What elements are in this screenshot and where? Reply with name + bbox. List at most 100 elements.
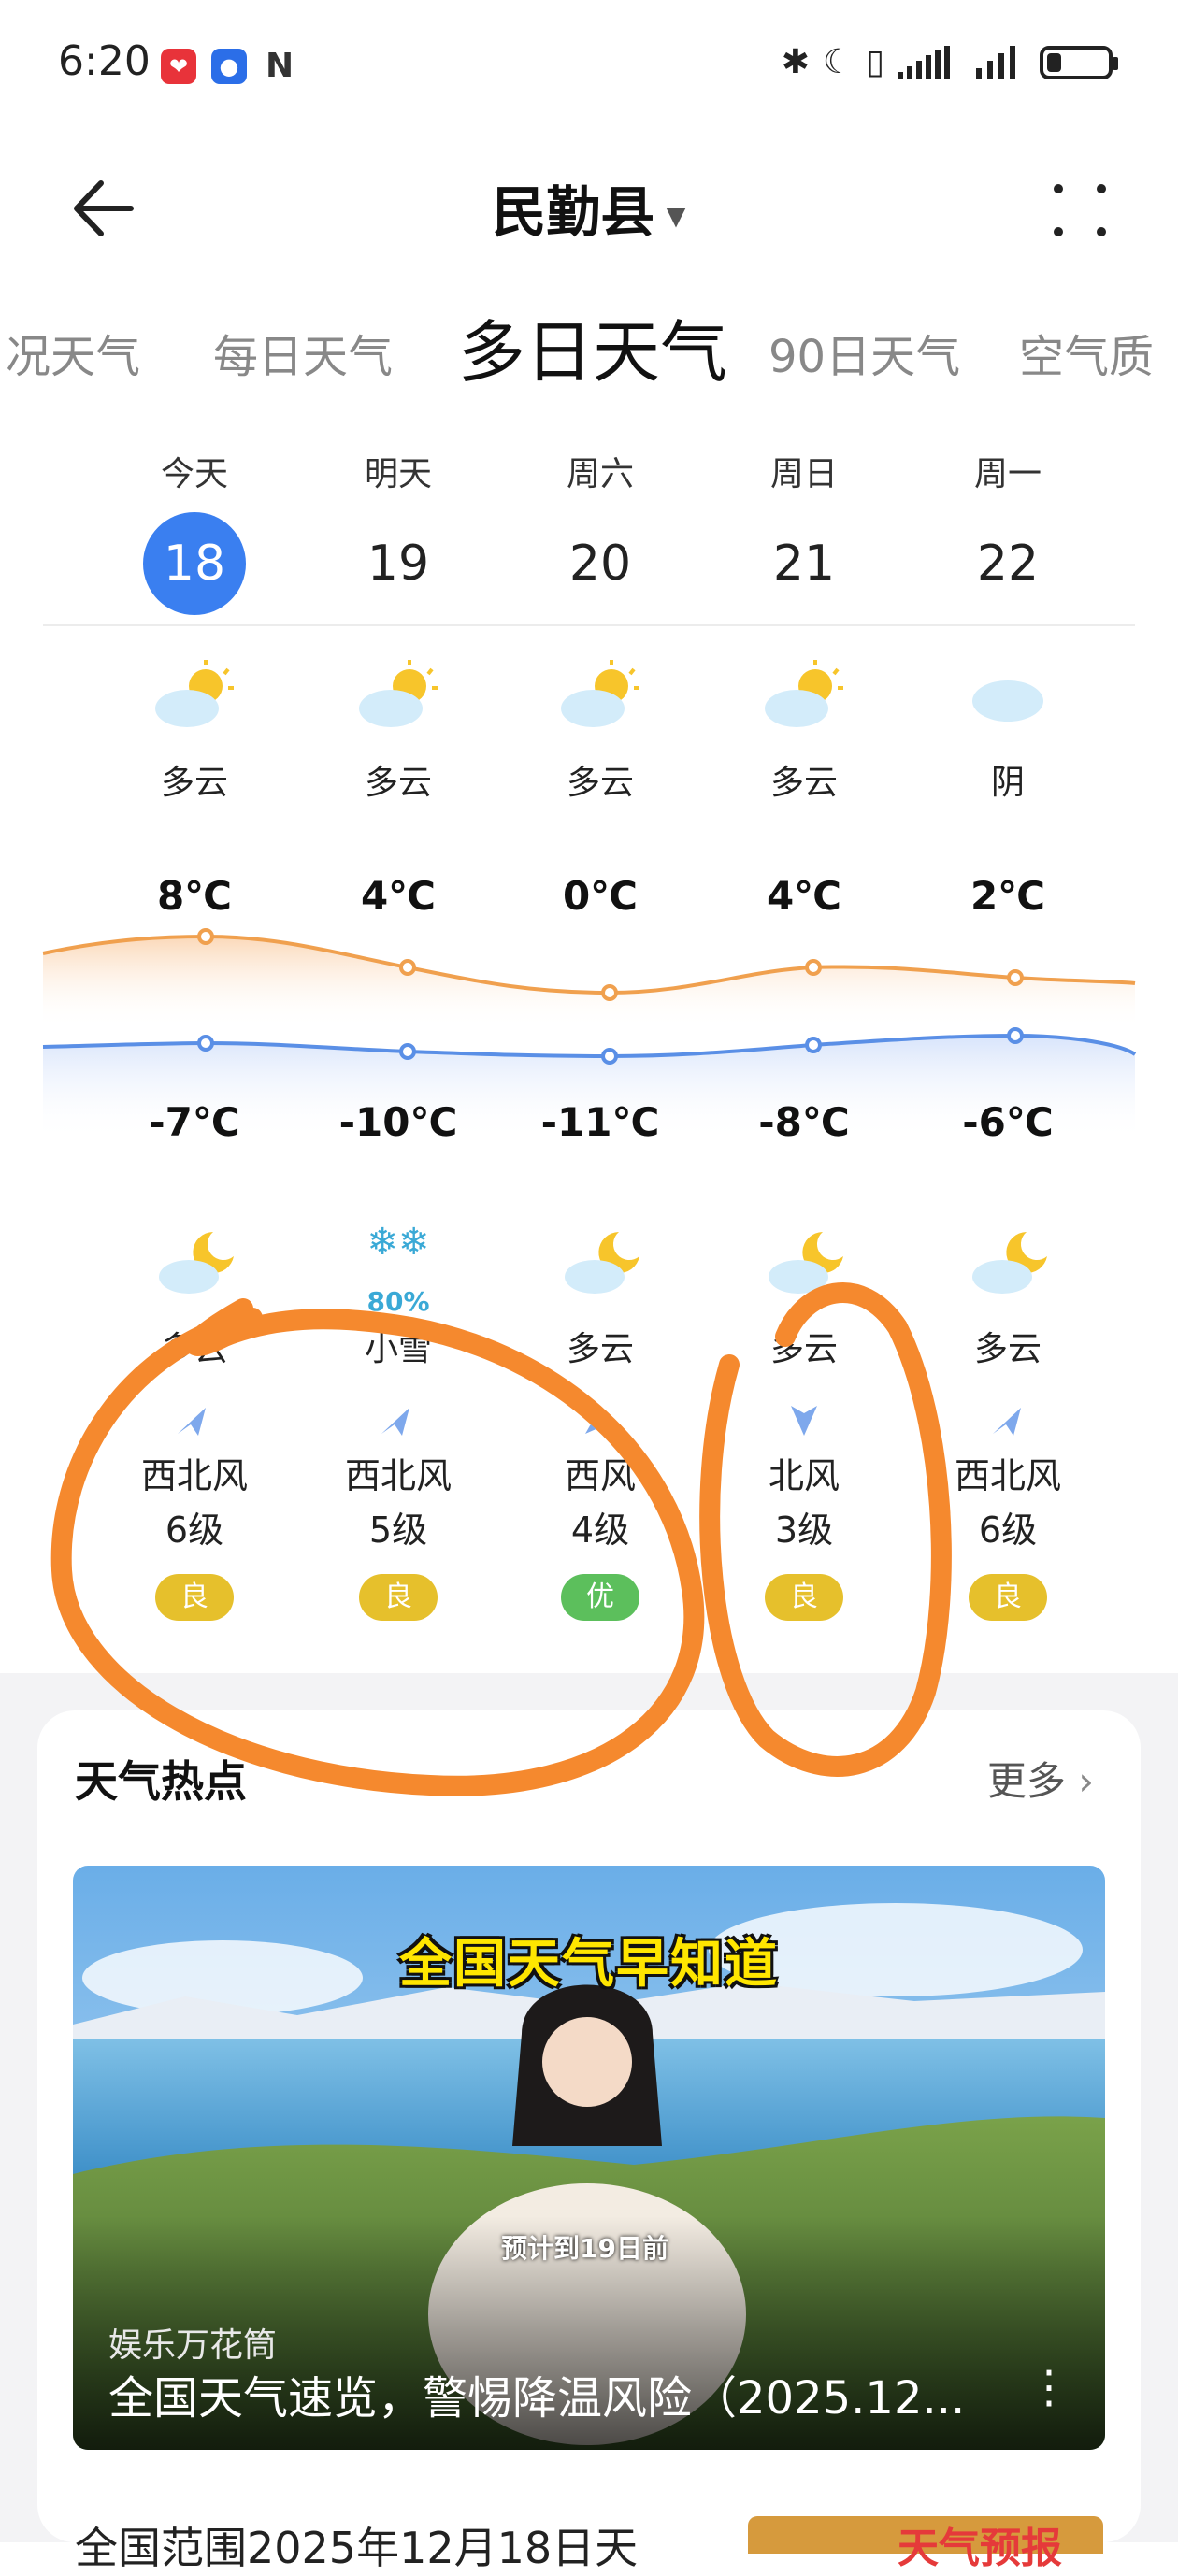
status-icons: ✱ ☾ ▯	[781, 43, 1118, 81]
wind-info: 西北风 5级 良	[314, 1449, 482, 1621]
wind-info: 西北风 6级 良	[924, 1449, 1092, 1621]
battery-icon	[1040, 45, 1118, 79]
wind-direction-icon	[791, 1406, 817, 1436]
partly-cloudy-icon	[359, 660, 438, 727]
cloudy-night-icon	[159, 1232, 234, 1294]
day-condition: 多云	[566, 764, 634, 802]
app-notification-icon: ●	[211, 49, 247, 84]
cloudy-icon	[972, 680, 1043, 722]
day-date: 21	[772, 536, 836, 592]
day-name: 周日	[769, 455, 838, 494]
snow-icon: ❄❄	[366, 1221, 430, 1264]
partly-cloudy-icon	[561, 660, 639, 727]
day-column-3[interactable]: 周日 21	[739, 447, 869, 615]
cloudy-night-icon	[972, 1232, 1047, 1294]
aqi-badge: 优	[561, 1574, 639, 1621]
day-name: 周一	[973, 455, 1042, 494]
more-options-icon[interactable]: ⋮	[1027, 2361, 1071, 2413]
section-title: 天气热点	[75, 1756, 247, 1807]
day-name: 周六	[566, 455, 634, 494]
aqi-badge: 良	[765, 1574, 843, 1621]
day-column-2[interactable]: 周六 20	[535, 447, 666, 615]
nfc-icon: N	[266, 47, 294, 85]
video-source: 娱乐万花筒	[108, 2326, 278, 2365]
view-tabs: 况天气 每日天气 多日天气 90日天气 空气质	[0, 297, 1178, 400]
night-condition: 多云	[973, 1330, 1042, 1368]
low-temp-point	[399, 1043, 416, 1060]
day-condition: 多云	[364, 764, 432, 802]
aqi-badge: 良	[359, 1574, 438, 1621]
tab-multi-day-weather[interactable]: 多日天气	[458, 297, 727, 395]
day-column-4[interactable]: 周一 22	[942, 447, 1073, 615]
partly-cloudy-icon	[155, 660, 234, 727]
high-temp: 2℃	[970, 873, 1046, 919]
night-condition: 多云	[566, 1330, 634, 1368]
do-not-disturb-icon: ☾	[822, 43, 854, 81]
wind-direction-icon	[381, 1408, 409, 1436]
day-name: 明天	[364, 455, 432, 494]
day-condition: 阴	[990, 764, 1025, 802]
low-temp: -7℃	[149, 1099, 240, 1145]
tab-air-quality[interactable]: 空气质	[1019, 320, 1154, 385]
wind-level: 5级	[368, 1510, 428, 1551]
day-date: 22	[976, 536, 1040, 592]
wind-level: 6级	[978, 1510, 1038, 1551]
aqi-badge: 良	[969, 1574, 1047, 1621]
aqi-badge: 良	[155, 1574, 234, 1621]
status-time: 6:20	[58, 37, 151, 85]
night-condition: 多云	[160, 1330, 228, 1368]
partly-cloudy-icon	[765, 660, 843, 727]
high-temp: 0℃	[562, 873, 639, 919]
city-name: 民勤县	[492, 180, 655, 244]
low-temp-point	[197, 1035, 214, 1052]
wind-direction-icon	[585, 1408, 615, 1434]
cloudy-night-icon	[565, 1232, 639, 1294]
night-condition: 小雪	[364, 1330, 432, 1368]
next-news-title[interactable]: 全国范围2025年12月18日天	[75, 2514, 638, 2576]
wind-direction: 西北风	[140, 1455, 248, 1496]
video-caption: 预计到19日前	[501, 2233, 668, 2264]
high-temp-area	[43, 937, 1135, 1028]
tab-live-weather[interactable]: 况天气	[6, 320, 140, 385]
video-thumbnail[interactable]: 全国天气早知道 预计到19日前 娱乐万花筒 全国天气速览，警惕降温风险（2025…	[73, 1866, 1105, 2450]
app-notification-icon: ❤	[161, 49, 196, 84]
day-column-1[interactable]: 明天 19	[333, 447, 464, 615]
video-title-text: 全国天气速览，警惕降温风险（2025.12...	[108, 2372, 966, 2425]
night-condition: 多云	[769, 1330, 838, 1368]
low-temp-point	[601, 1048, 618, 1065]
high-temp-point	[805, 959, 822, 976]
low-temp: -10℃	[338, 1099, 458, 1145]
city-selector[interactable]: 民勤县 ▼	[0, 168, 1178, 247]
video-title: 全国天气速览，警惕降温风险（2025.12... ⋮	[108, 2361, 1071, 2426]
low-temp: -11℃	[540, 1099, 660, 1145]
precipitation-chance: 80%	[366, 1286, 430, 1317]
high-temp-point	[601, 984, 618, 1001]
wind-info: 北风 3级 良	[720, 1449, 888, 1621]
day-column-0[interactable]: 今天 18	[129, 447, 260, 615]
signal-icon	[898, 45, 950, 79]
low-temp: -8℃	[758, 1099, 850, 1145]
more-link[interactable]: 更多 ›	[987, 1750, 1094, 1807]
tab-daily-weather[interactable]: 每日天气	[213, 320, 393, 385]
day-date: 18	[143, 512, 246, 615]
wind-level: 4级	[570, 1510, 630, 1551]
wind-direction: 西北风	[344, 1455, 452, 1496]
wind-info: 西北风 6级 良	[110, 1449, 279, 1621]
next-news-thumb-text: 天气预报	[898, 2525, 1062, 2572]
chevron-right-icon: ›	[1078, 1758, 1094, 1804]
wind-direction-icon	[178, 1408, 206, 1436]
day-condition: 多云	[769, 764, 838, 802]
high-temp: 8℃	[156, 873, 233, 919]
high-temp: 4℃	[360, 873, 437, 919]
low-temp-point	[805, 1037, 822, 1053]
wind-direction: 北风	[768, 1455, 840, 1496]
vibrate-icon: ▯	[866, 43, 884, 81]
bluetooth-icon: ✱	[781, 43, 810, 81]
tab-90-day-weather[interactable]: 90日天气	[769, 320, 960, 385]
wind-direction: 西风	[564, 1455, 636, 1496]
high-temp-point	[1007, 969, 1024, 986]
day-condition: 多云	[160, 764, 228, 802]
signal-icon	[976, 45, 1015, 79]
low-temp: -6℃	[962, 1099, 1054, 1145]
more-options-icon[interactable]	[1047, 178, 1113, 243]
